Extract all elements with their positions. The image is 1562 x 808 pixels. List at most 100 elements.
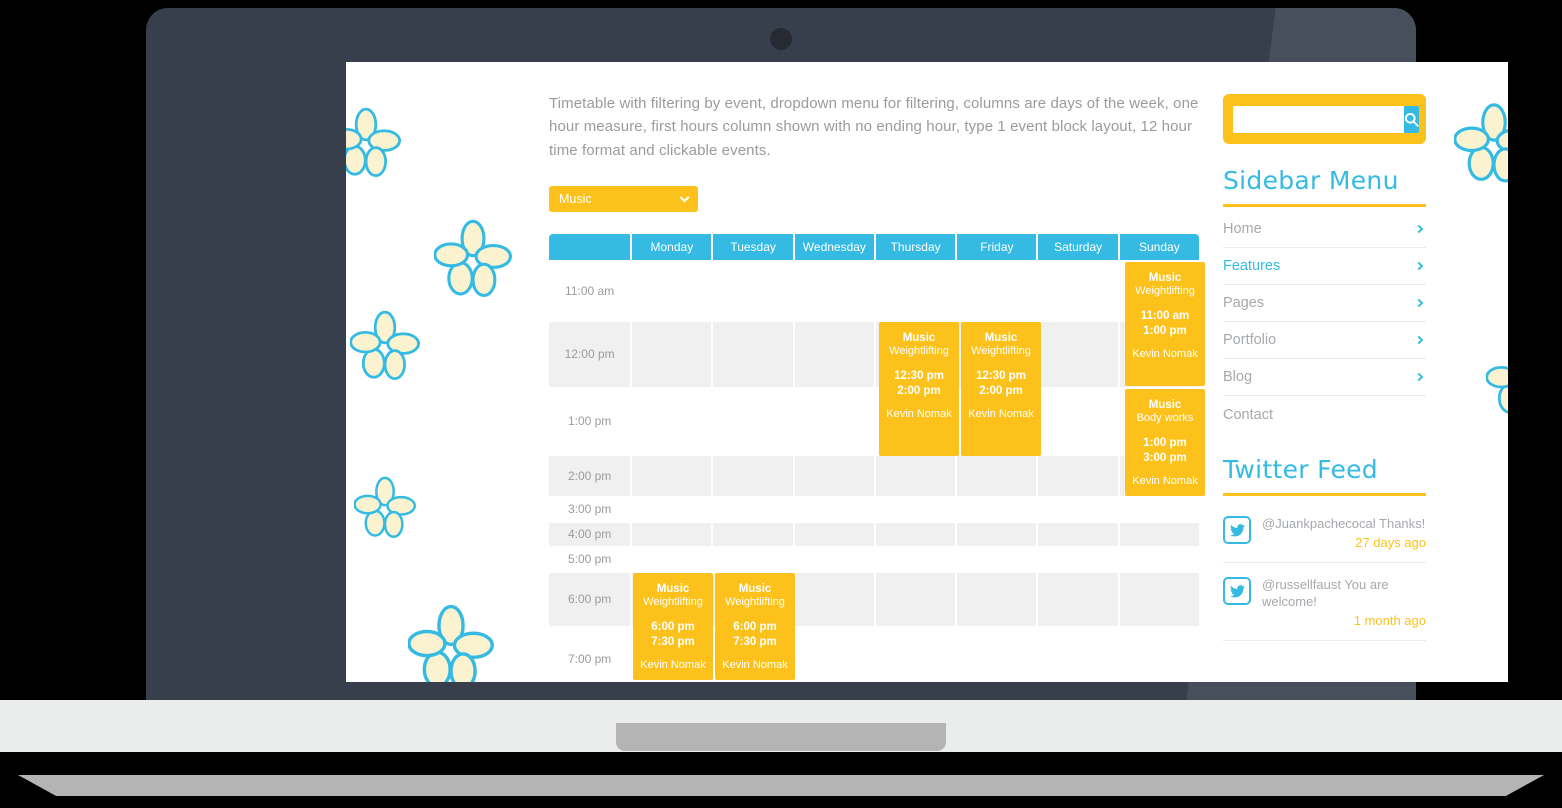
timetable-cell xyxy=(875,572,956,626)
timetable-cell xyxy=(876,548,955,571)
timetable-cell xyxy=(1038,389,1117,454)
timetable-time-label: 5:00 pm xyxy=(567,552,612,567)
page-description: Timetable with filtering by event, dropd… xyxy=(549,95,1199,159)
sidebar-item-contact[interactable]: Contact xyxy=(1223,396,1426,433)
timetable-event[interactable]: Music Body works 1:00 pm 3:00 pm Kevin Nomak xyxy=(1125,388,1205,496)
timetable-row: 3:00 pm xyxy=(549,498,1199,521)
timetable-cell xyxy=(957,572,1037,626)
timetable-row: 4:00 pm xyxy=(549,522,1199,546)
event-end: 2:00 pm xyxy=(979,384,1023,397)
laptop-screen: Timetable with filtering by event, dropd… xyxy=(346,62,1508,682)
chevron-right-icon xyxy=(1414,261,1424,271)
search-input[interactable] xyxy=(1233,105,1404,133)
event-filter-select[interactable]: Music xyxy=(549,185,698,212)
timetable-header-wednesday: Wednesday xyxy=(794,233,874,260)
event-name: Weightlifting xyxy=(725,596,785,609)
flower-decoration-icon xyxy=(346,107,401,177)
event-end: 2:00 pm xyxy=(897,384,941,397)
timetable-cell xyxy=(632,548,711,571)
timetable-cell xyxy=(876,498,955,521)
event-start: 1:00 pm xyxy=(1143,436,1187,449)
timetable-header-row: Monday Tuesday Wednesday Thursday Friday… xyxy=(549,233,1199,260)
chevron-right-icon xyxy=(1414,335,1424,345)
timetable-cell xyxy=(794,321,874,387)
timetable-row: 11:00 am xyxy=(549,262,1199,320)
sidebar-item-label: Portfolio xyxy=(1223,332,1277,348)
twitter-icon xyxy=(1223,577,1251,606)
twitter-icon xyxy=(1223,516,1251,544)
timetable-header-saturday: Saturday xyxy=(1038,233,1118,260)
timetable-cell xyxy=(794,455,874,496)
timetable-cell xyxy=(957,455,1037,496)
event-instructor: Kevin Nomak xyxy=(640,658,706,671)
timetable-header-sunday: Sunday xyxy=(1119,233,1199,260)
event-time: 12:30 pm 2:00 pm xyxy=(879,369,959,399)
event-name: Weightlifting xyxy=(971,345,1031,358)
timetable-event[interactable]: Music Weightlifting 12:30 pm 2:00 pm Kevin N… xyxy=(879,321,959,456)
event-time: 6:00 pm 7:30 pm xyxy=(715,620,795,650)
flower-decoration-icon xyxy=(434,219,512,298)
sidebar-item-label: Home xyxy=(1223,221,1262,237)
sidebar-item-blog[interactable]: Blog xyxy=(1223,359,1426,396)
laptop-base-foot xyxy=(18,775,1544,796)
sidebar-item-portfolio[interactable]: Portfolio xyxy=(1223,322,1426,359)
timetable-cell xyxy=(1038,522,1118,546)
event-start: 6:00 pm xyxy=(651,620,695,633)
tweet-item[interactable]: @Juankpachecocal Thanks! 27 days ago xyxy=(1223,502,1426,564)
tweet-timestamp: 27 days ago xyxy=(1355,535,1426,551)
timetable-event[interactable]: Music Weightlifting 12:30 pm 2:00 pm Kevin N… xyxy=(961,321,1041,456)
search-icon xyxy=(1404,112,1419,127)
timetable-cell xyxy=(713,548,792,571)
timetable-cell xyxy=(957,548,1036,571)
laptop-lid: Timetable with filtering by event, dropd… xyxy=(146,8,1508,700)
flower-decoration-icon xyxy=(1454,103,1508,183)
timetable-cell xyxy=(1119,572,1199,626)
main-content: Timetable with filtering by event, dropd… xyxy=(549,92,1209,682)
timetable-cell xyxy=(957,262,1036,320)
sidebar-item-features[interactable]: Features xyxy=(1223,248,1426,285)
timetable-cell xyxy=(713,321,793,387)
timetable-cell xyxy=(957,498,1036,521)
timetable-cell xyxy=(1038,628,1117,682)
sidebar-item-label: Contact xyxy=(1223,406,1273,423)
timetable-row: 12:00 pm xyxy=(549,321,1199,387)
timetable-cell xyxy=(632,389,711,454)
timetable-time-label: 7:00 pm xyxy=(567,651,612,666)
sidebar-item-home[interactable]: Home xyxy=(1223,211,1426,248)
event-name: Weightlifting xyxy=(643,596,703,609)
timetable-body: 11:00 am 12:00 pm 1:00 pm 2:00 pm 3:00 pm 4:0… xyxy=(549,261,1205,682)
chevron-right-icon xyxy=(1414,224,1424,234)
timetable-time-label: 12:00 pm xyxy=(549,321,631,387)
timetable-cell xyxy=(795,262,874,320)
sidebar-item-label: Pages xyxy=(1223,295,1265,311)
timetable-cell xyxy=(794,522,874,546)
timetable-event[interactable]: Music Weightlifting 11:00 am 1:00 pm Kevin N… xyxy=(1125,261,1205,386)
search-widget xyxy=(1223,94,1426,144)
event-name: Weightlifting xyxy=(889,345,949,358)
timetable-cell xyxy=(1038,572,1118,626)
timetable-cell xyxy=(1038,548,1117,571)
timetable-event[interactable]: Music Weightlifting 6:00 pm 7:30 pm Kevin No… xyxy=(715,572,795,680)
timetable-event[interactable]: Music Weightlifting 6:00 pm 7:30 pm Kevin No… xyxy=(633,572,713,680)
flower-decoration-icon xyxy=(350,310,420,380)
flower-decoration-icon xyxy=(354,476,416,538)
twitter-feed-list: @Juankpachecocal Thanks! 27 days ago @russ… xyxy=(1223,502,1426,641)
chevron-right-icon xyxy=(1414,298,1424,308)
timetable-cell xyxy=(632,455,712,496)
flower-decoration-icon xyxy=(1486,366,1508,414)
webcam-icon xyxy=(770,28,792,50)
search-button[interactable] xyxy=(1404,105,1419,133)
event-filter-value: Music xyxy=(559,191,592,206)
timetable-time-label: 6:00 pm xyxy=(549,572,631,626)
sidebar-item-pages[interactable]: Pages xyxy=(1223,285,1426,322)
event-time: 11:00 am 1:00 pm xyxy=(1125,309,1205,339)
timetable-cell xyxy=(957,522,1037,546)
tweet-text: @Juankpachecocal Thanks! xyxy=(1262,516,1426,531)
timetable-cell xyxy=(713,522,793,546)
timetable-cell xyxy=(713,262,792,320)
sidebar-menu-title: Sidebar Menu xyxy=(1223,166,1399,195)
timetable-cell xyxy=(1038,262,1117,320)
timetable-cell xyxy=(1120,498,1199,521)
event-category: Music xyxy=(1148,271,1182,284)
tweet-item[interactable]: @russellfaust You are welcome! 1 month ag… xyxy=(1223,563,1426,641)
